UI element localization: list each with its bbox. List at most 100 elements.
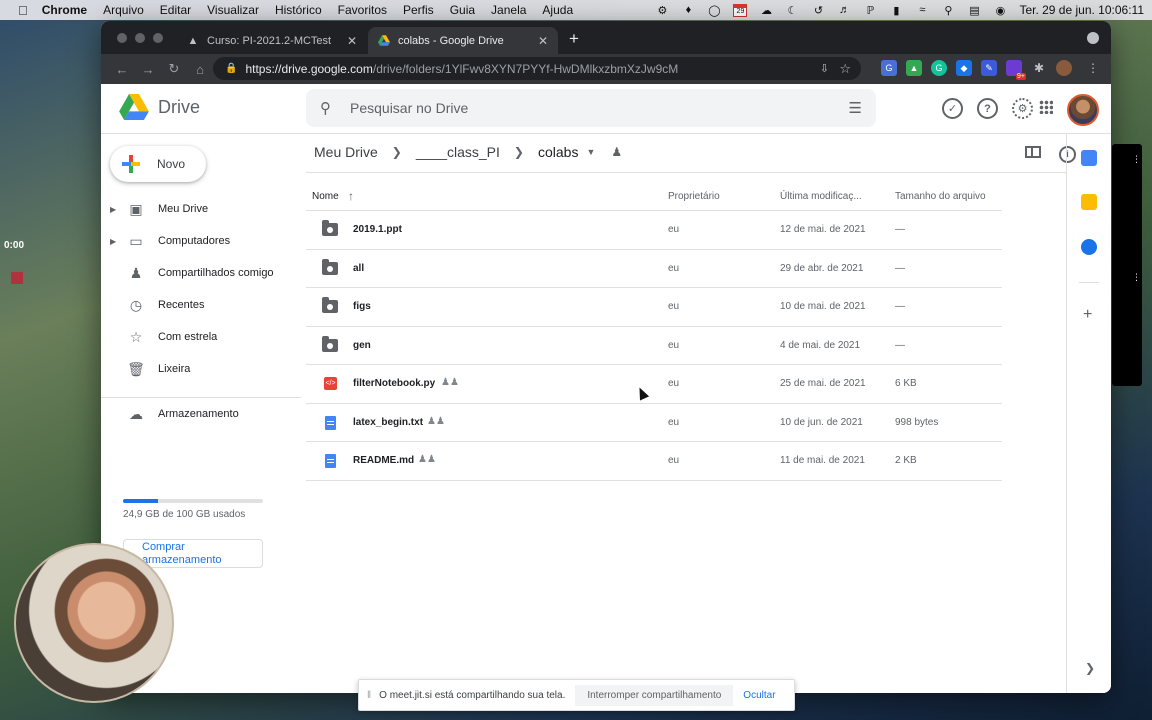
sidebar-item-storage[interactable]: ☁ Armazenamento bbox=[101, 399, 301, 429]
siri-icon[interactable]: ◉ bbox=[993, 4, 1007, 17]
column-header-modified[interactable]: Última modificaç... bbox=[780, 191, 862, 202]
column-header-owner[interactable]: Proprietário bbox=[668, 191, 720, 202]
stop-sharing-button[interactable]: Interromper compartilhamento bbox=[575, 684, 734, 706]
sidebar-item-computers[interactable]: ▶ ▭ Computadores bbox=[101, 226, 301, 256]
chrome-menu-icon[interactable]: ⋮ bbox=[1087, 61, 1099, 75]
menu-item-guia[interactable]: Guia bbox=[450, 3, 475, 17]
address-bar[interactable]: 🔒 https://drive.google.com/drive/folders… bbox=[213, 57, 861, 80]
menu-item-perfis[interactable]: Perfis bbox=[403, 3, 434, 17]
dropdown-arrow-icon[interactable]: ▼ bbox=[586, 147, 595, 157]
breadcrumb-my-drive[interactable]: Meu Drive bbox=[314, 144, 378, 160]
file-row[interactable]: figs eu 10 de mai. de 2021 — bbox=[306, 288, 1002, 327]
translate-extension-icon[interactable]: G bbox=[881, 60, 897, 76]
search-options-icon[interactable]: ☰ bbox=[849, 99, 862, 117]
menu-item-janela[interactable]: Janela bbox=[491, 3, 526, 17]
close-window-button[interactable] bbox=[117, 33, 127, 43]
search-input[interactable] bbox=[350, 100, 790, 116]
pen-extension-icon[interactable]: ✎ bbox=[981, 60, 997, 76]
shield-extension-icon[interactable]: ◆ bbox=[956, 60, 972, 76]
drive-extension-icon[interactable]: ▲ bbox=[906, 60, 922, 76]
menu-item-visualizar[interactable]: Visualizar bbox=[207, 3, 259, 17]
column-header-name[interactable]: Nome bbox=[312, 191, 339, 202]
file-row[interactable]: all eu 29 de abr. de 2021 — bbox=[306, 250, 1002, 288]
expand-caret-icon[interactable]: ▶ bbox=[110, 237, 122, 246]
calendar-icon[interactable]: 29 bbox=[733, 3, 748, 17]
install-icon[interactable]: ⇩ bbox=[820, 62, 829, 75]
tab-drive[interactable]: colabs - Google Drive ✕ bbox=[368, 27, 558, 54]
record-stop-icon[interactable] bbox=[11, 272, 23, 284]
minimize-window-button[interactable] bbox=[135, 33, 145, 43]
menu-item-arquivo[interactable]: Arquivo bbox=[103, 3, 144, 17]
hide-button[interactable]: Ocultar bbox=[743, 690, 775, 701]
sidebar-item-my-drive[interactable]: ▶ ▣ Meu Drive bbox=[101, 194, 301, 224]
column-header-size[interactable]: Tamanho do arquivo bbox=[895, 191, 986, 202]
home-icon[interactable]: ⌂ bbox=[187, 62, 213, 77]
profile-avatar-icon[interactable] bbox=[1056, 60, 1072, 76]
sidebar-item-trash[interactable]: 🗑 Lixeira bbox=[101, 354, 301, 384]
bookmark-star-icon[interactable]: ☆ bbox=[839, 61, 851, 77]
sidebar-item-shared[interactable]: ♟ Compartilhados comigo bbox=[101, 258, 301, 288]
new-button[interactable]: Novo bbox=[110, 146, 206, 182]
menu-item-ajuda[interactable]: Ajuda bbox=[542, 3, 573, 17]
badge-extension-icon[interactable]: 9+ bbox=[1006, 60, 1026, 80]
more-icon[interactable]: ⋮ bbox=[1132, 154, 1141, 165]
grammarly-extension-icon[interactable]: G bbox=[931, 60, 947, 76]
calendar-addon-icon[interactable] bbox=[1081, 150, 1097, 166]
file-row[interactable]: gen eu 4 de mai. de 2021 — bbox=[306, 327, 1002, 365]
drag-handle-icon[interactable]: ‖ bbox=[367, 690, 371, 701]
offline-ready-icon[interactable]: ✓ bbox=[942, 98, 963, 119]
forward-icon[interactable]: → bbox=[135, 62, 161, 77]
reload-icon[interactable]: ↻ bbox=[161, 61, 187, 77]
control-center-icon[interactable]: ▤ bbox=[967, 4, 981, 17]
search-icon[interactable]: ⚲ bbox=[320, 99, 338, 117]
menubar-clock[interactable]: Ter. 29 de jun. 10:06:11 bbox=[1019, 3, 1144, 17]
moon-icon[interactable]: ☾ bbox=[785, 4, 799, 17]
keep-addon-icon[interactable] bbox=[1081, 194, 1097, 210]
tasks-addon-icon[interactable] bbox=[1081, 239, 1097, 255]
menu-item-editar[interactable]: Editar bbox=[160, 3, 191, 17]
lock-icon[interactable]: 🔒 bbox=[225, 63, 237, 74]
grid-view-icon[interactable] bbox=[1025, 146, 1041, 158]
breadcrumb-class-pi[interactable]: ____class_PI bbox=[416, 144, 500, 160]
google-apps-icon[interactable] bbox=[1039, 100, 1053, 114]
file-row[interactable]: </> filterNotebook.py ♟♟ eu 25 de mai. d… bbox=[306, 365, 1002, 404]
menu-app[interactable]: Chrome bbox=[42, 3, 87, 17]
gear-status-icon[interactable]: ⚙ bbox=[655, 4, 669, 17]
puzzle-icon[interactable]: ✱ bbox=[1031, 60, 1047, 76]
sidebar-item-recent[interactable]: ◷ Recentes bbox=[101, 290, 301, 320]
back-icon[interactable]: ← bbox=[109, 62, 135, 77]
close-tab-icon[interactable]: ✕ bbox=[347, 34, 357, 48]
account-avatar[interactable] bbox=[1067, 94, 1099, 126]
search-spotlight-icon[interactable]: ⚲ bbox=[941, 4, 955, 17]
expand-caret-icon[interactable]: ▶ bbox=[110, 205, 122, 214]
sort-arrow-up-icon[interactable]: ↑ bbox=[348, 189, 354, 203]
tab-search-icon[interactable] bbox=[1087, 32, 1099, 44]
sidebar-item-starred[interactable]: ☆ Com estrela bbox=[101, 322, 301, 352]
help-icon[interactable]: ? bbox=[977, 98, 998, 119]
settings-gear-icon[interactable]: ⚙ bbox=[1012, 98, 1033, 119]
bluetooth-icon[interactable]: ℙ bbox=[863, 4, 877, 17]
dropbox-icon[interactable]: ♦ bbox=[681, 4, 695, 16]
file-row[interactable]: latex_begin.txt ♟♟ eu 10 de jun. de 2021… bbox=[306, 404, 1002, 442]
file-row[interactable]: 2019.1.ppt eu 12 de mai. de 2021 — bbox=[306, 211, 1002, 250]
cloud-icon[interactable]: ☁ bbox=[759, 4, 773, 17]
file-row[interactable]: README.md ♟♟ eu 11 de mai. de 2021 2 KB bbox=[306, 442, 1002, 481]
more-icon[interactable]: ⋮ bbox=[1132, 272, 1141, 283]
chevron-right-icon[interactable]: ❯ bbox=[1085, 661, 1095, 675]
new-tab-icon[interactable]: + bbox=[569, 29, 579, 49]
zoom-window-button[interactable] bbox=[153, 33, 163, 43]
network-icon[interactable]: ◯ bbox=[707, 4, 721, 17]
battery-icon[interactable]: ▮ bbox=[889, 4, 903, 17]
drive-search-bar[interactable]: ⚲ ☰ bbox=[306, 89, 876, 127]
tab-mctest[interactable]: ▲ Curso: PI-2021.2-MCTest ✕ bbox=[177, 27, 367, 54]
menu-item-historico[interactable]: Histórico bbox=[275, 3, 322, 17]
menu-item-favoritos[interactable]: Favoritos bbox=[338, 3, 387, 17]
breadcrumb-current[interactable]: colabs bbox=[538, 144, 578, 160]
volume-icon[interactable]: ♬ bbox=[837, 4, 851, 16]
close-tab-icon[interactable]: ✕ bbox=[538, 34, 548, 48]
add-addon-icon[interactable]: + bbox=[1083, 306, 1092, 324]
apple-icon[interactable]:  bbox=[18, 3, 28, 18]
drive-logo[interactable]: Drive bbox=[119, 94, 200, 120]
wifi-icon[interactable]: ≈ bbox=[915, 4, 929, 16]
time-machine-icon[interactable]: ↺ bbox=[811, 4, 825, 17]
